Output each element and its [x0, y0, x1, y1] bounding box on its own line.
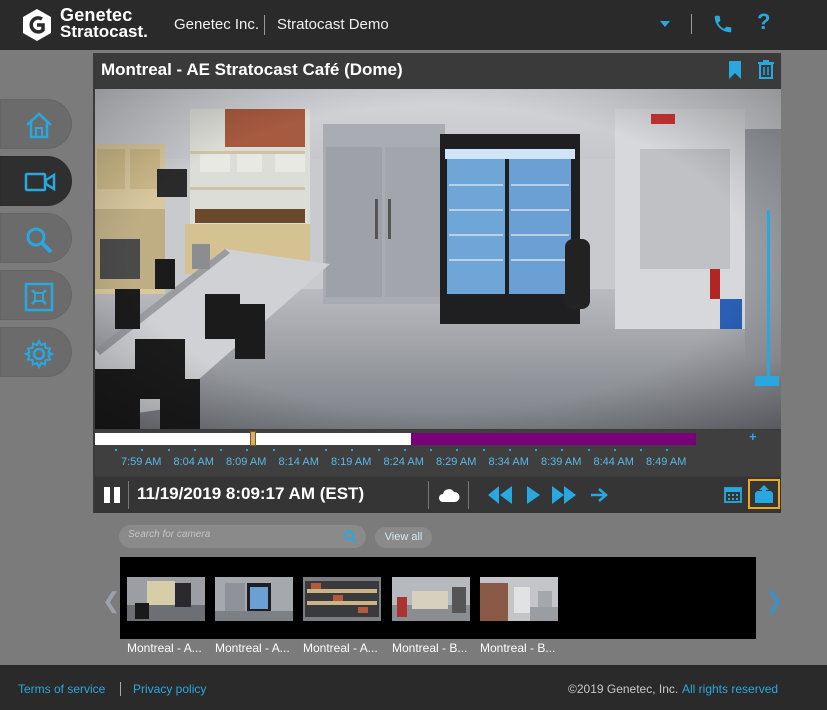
volume-slider-handle[interactable]: [755, 376, 779, 386]
timeline-playhead[interactable]: [250, 431, 256, 446]
export-box-icon: [755, 485, 773, 503]
camera-video-feed[interactable]: [95, 89, 781, 429]
genetec-logo-icon: [23, 9, 51, 41]
nav-settings[interactable]: [0, 327, 72, 377]
timeline-time-label: 8:19 AM: [331, 456, 372, 468]
camera-thumbnail[interactable]: [215, 577, 293, 621]
fast-forward-icon[interactable]: [551, 485, 577, 505]
play-icon[interactable]: [525, 485, 541, 505]
copyright-text: ©2019 Genetec, Inc.: [568, 682, 679, 696]
focus-frame-icon: [24, 282, 54, 312]
video-camera-icon: [24, 172, 56, 192]
camera-title: Montreal - AE Stratocast Café (Dome): [101, 60, 403, 79]
search-icon: [26, 227, 53, 254]
timeline-tick: [403, 449, 406, 451]
timeline-tick: [220, 449, 222, 451]
cloud-icon[interactable]: [438, 487, 460, 503]
chevron-down-icon[interactable]: [659, 20, 671, 28]
camera-thumbnail-caption[interactable]: Montreal - A...: [303, 641, 378, 655]
privacy-policy-link[interactable]: Privacy policy: [133, 682, 206, 696]
search-input-placeholder[interactable]: Search for camera: [128, 529, 210, 540]
timeline-tick: [640, 449, 642, 451]
timeline-time-label: 8:29 AM: [436, 456, 477, 468]
camera-thumbnail[interactable]: [303, 577, 381, 621]
timeline-tick: [325, 449, 327, 451]
nav-monitoring[interactable]: [0, 270, 72, 320]
timeline-tick: [482, 449, 485, 451]
header-divider: [264, 15, 265, 35]
project-label: Stratocast Demo: [277, 16, 389, 33]
home-icon: [26, 112, 52, 139]
timeline-tick: [115, 449, 117, 451]
playback-datetime: 11/19/2019 8:09:17 AM (EST): [137, 484, 365, 503]
timeline-zoom-in-button[interactable]: +: [749, 429, 757, 444]
controls-divider: [428, 481, 429, 509]
help-button[interactable]: ?: [757, 9, 770, 35]
rewind-icon[interactable]: [487, 485, 513, 505]
camera-thumbnail[interactable]: [480, 577, 558, 621]
search-icon[interactable]: [343, 529, 357, 543]
timeline-tick: [561, 449, 564, 451]
timeline-tick: [351, 449, 354, 451]
timeline-tick: [456, 449, 459, 451]
timeline-tick: [167, 449, 170, 451]
nav-home[interactable]: [0, 99, 72, 149]
controls-divider: [128, 481, 129, 509]
volume-slider-track[interactable]: [767, 210, 770, 380]
camera-thumbnail[interactable]: [127, 577, 205, 621]
timeline-time-label: 8:14 AM: [278, 456, 319, 468]
nav-search[interactable]: [0, 213, 72, 263]
chevron-left-icon[interactable]: ❮: [102, 588, 120, 614]
camera-thumbnail[interactable]: [392, 577, 470, 621]
cafe-scene-image: [95, 89, 781, 429]
timeline-cloud-range[interactable]: [411, 433, 696, 445]
pause-icon[interactable]: [103, 486, 121, 504]
timeline-tick: [272, 449, 275, 451]
timeline-tick: [193, 449, 196, 451]
trash-icon[interactable]: [757, 59, 775, 79]
timeline-tick: [666, 449, 669, 451]
view-all-button[interactable]: View all: [375, 527, 432, 548]
export-video-button[interactable]: [748, 479, 780, 509]
camera-thumbnail-caption[interactable]: Montreal - A...: [215, 641, 290, 655]
controls-divider: [468, 481, 469, 509]
timeline-tick: [246, 449, 249, 451]
camera-thumbnail-caption[interactable]: Montreal - B...: [480, 641, 555, 655]
phone-icon[interactable]: [712, 13, 734, 35]
timeline-tick: [430, 449, 432, 451]
calendar-icon[interactable]: [724, 485, 742, 503]
timeline-time-label: 8:44 AM: [593, 456, 634, 468]
jump-to-live-icon[interactable]: [589, 485, 609, 505]
timeline-tick: [141, 449, 144, 451]
timeline-tick: [587, 449, 590, 451]
timeline-time-label: 8:09 AM: [226, 456, 267, 468]
timeline-tick: [508, 449, 511, 451]
organization-label: Genetec Inc.: [174, 16, 260, 33]
footer-divider: [120, 682, 121, 696]
timeline-time-label: 8:39 AM: [541, 456, 582, 468]
timeline-tick: [535, 449, 537, 451]
camera-thumbnail-caption[interactable]: Montreal - A...: [127, 641, 202, 655]
timeline-time-label: 8:34 AM: [488, 456, 529, 468]
terms-of-service-link[interactable]: Terms of service: [18, 682, 105, 696]
camera-thumbnail-caption[interactable]: Montreal - B...: [392, 641, 467, 655]
chevron-right-icon[interactable]: ❯: [765, 588, 783, 614]
timeline-time-label: 8:49 AM: [646, 456, 687, 468]
bookmark-icon[interactable]: [728, 60, 742, 80]
all-rights-reserved-link[interactable]: All rights reserved: [682, 682, 778, 696]
timeline-time-label: 8:04 AM: [173, 456, 214, 468]
gear-icon: [24, 339, 54, 369]
nav-cameras[interactable]: [0, 156, 72, 206]
timeline-time-label: 7:59 AM: [121, 456, 162, 468]
header-divider: [691, 14, 692, 34]
product-name: Stratocast.: [60, 22, 148, 41]
timeline-tick: [377, 449, 380, 451]
timeline-time-label: 8:24 AM: [383, 456, 424, 468]
timeline-tick: [613, 449, 616, 451]
timeline-tick: [298, 449, 301, 451]
